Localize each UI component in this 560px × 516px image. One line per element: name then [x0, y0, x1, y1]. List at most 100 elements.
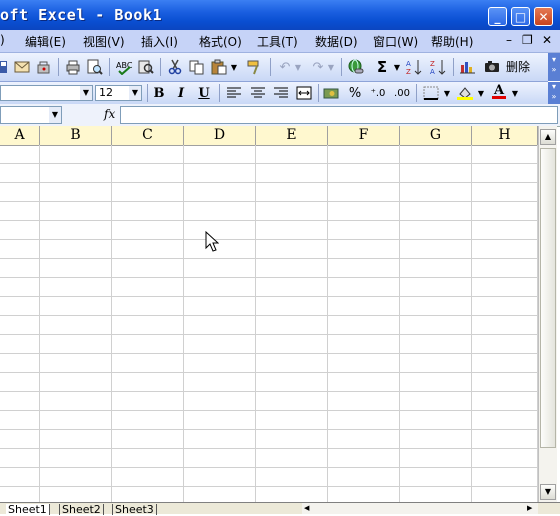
font-color-swatch	[492, 96, 506, 99]
column-header-b[interactable]: B	[40, 126, 112, 145]
borders-icon[interactable]	[422, 85, 440, 101]
column-header-d[interactable]: D	[184, 126, 256, 145]
column-header-g[interactable]: G	[400, 126, 472, 145]
font-name-combo[interactable]: ▼	[0, 85, 93, 101]
cell-grid[interactable]	[0, 145, 538, 502]
italic-button[interactable]: I	[173, 85, 189, 101]
underline-button[interactable]: U	[196, 85, 212, 101]
format-painter-icon[interactable]	[246, 59, 264, 75]
hyperlink-icon[interactable]	[347, 59, 365, 75]
column-header-f[interactable]: F	[328, 126, 400, 145]
insert-function-button[interactable]: fx	[104, 107, 115, 121]
name-box-dropdown-icon[interactable]: ▼	[49, 107, 61, 123]
undo-dropdown-icon[interactable]: ▼	[293, 59, 303, 75]
merge-center-icon[interactable]	[295, 85, 313, 101]
save-icon[interactable]	[0, 59, 8, 75]
maximize-window-button[interactable]: □	[511, 7, 530, 26]
sort-ascending-icon[interactable]: AZ	[406, 59, 424, 75]
increase-decimal-button[interactable]: ⁺.0	[368, 85, 388, 101]
paste-dropdown-icon[interactable]: ▼	[229, 59, 239, 75]
currency-icon[interactable]	[323, 85, 341, 101]
menu-window[interactable]: 窗口(W)	[373, 33, 418, 50]
formula-bar: ▼ fx	[0, 104, 560, 127]
menu-help[interactable]: 帮助(H)	[431, 33, 473, 50]
sort-descending-icon[interactable]: ZA	[430, 59, 448, 75]
fill-color-icon[interactable]	[456, 85, 474, 101]
sheet-tab-sheet1[interactable]: Sheet1	[6, 504, 50, 516]
name-box[interactable]: ▼	[0, 106, 62, 124]
font-color-button[interactable]: A	[490, 84, 508, 100]
research-icon[interactable]	[137, 59, 155, 75]
vertical-scrollbar[interactable]: ▲ ▼	[538, 126, 557, 502]
font-size-combo[interactable]: 12 ▼	[95, 85, 142, 101]
scroll-down-button[interactable]: ▼	[540, 484, 556, 500]
scroll-left-button[interactable]: ◀	[304, 503, 309, 514]
doc-restore-button[interactable]: ❐	[522, 33, 533, 47]
delete-button[interactable]: 删除	[506, 58, 530, 75]
align-left-icon[interactable]	[225, 85, 243, 101]
redo-icon[interactable]: ↷	[309, 59, 327, 75]
svg-text:Z: Z	[406, 68, 411, 75]
autosum-icon[interactable]: Σ	[373, 58, 391, 76]
fill-color-dropdown-icon[interactable]: ▼	[476, 85, 486, 101]
print-preview-icon[interactable]	[86, 59, 104, 75]
sheet-tab-sheet2[interactable]: Sheet2	[59, 504, 104, 516]
svg-text:Z: Z	[430, 60, 435, 68]
column-header-a[interactable]: A	[0, 126, 40, 145]
format-toolbar-options-button[interactable]: ▾»	[548, 82, 560, 104]
percent-button[interactable]: %	[347, 85, 363, 101]
menu-data[interactable]: 数据(D)	[315, 33, 358, 50]
formatting-toolbar: ▼ 12 ▼ B I U % ⁺.0 .00 ▼ ▼ A ▼	[0, 82, 548, 105]
mouse-pointer-icon	[205, 230, 220, 256]
svg-text:A: A	[406, 60, 411, 68]
svg-text:A: A	[430, 68, 435, 75]
scroll-up-button[interactable]: ▲	[540, 129, 556, 145]
menu-file-fragment[interactable]: )	[0, 33, 5, 47]
menu-edit[interactable]: 编辑(E)	[25, 33, 66, 50]
menu-view[interactable]: 视图(V)	[83, 33, 125, 50]
close-window-button[interactable]: ✕	[534, 7, 553, 26]
formula-input[interactable]	[120, 106, 558, 124]
redo-dropdown-icon[interactable]: ▼	[326, 59, 336, 75]
title-bar[interactable]: oft Excel - Book1 _ □ ✕	[0, 0, 560, 30]
doc-close-button[interactable]: ✕	[542, 33, 552, 47]
font-color-dropdown-icon[interactable]: ▼	[510, 85, 520, 101]
autosum-dropdown-icon[interactable]: ▼	[392, 59, 402, 75]
copy-icon[interactable]	[188, 59, 206, 75]
menu-format[interactable]: 格式(O)	[199, 33, 242, 50]
menu-insert[interactable]: 插入(I)	[141, 33, 178, 50]
bold-button[interactable]: B	[151, 85, 167, 101]
column-header-e[interactable]: E	[256, 126, 328, 145]
horizontal-scrollbar[interactable]: ◀ ▶	[302, 502, 538, 514]
font-color-letter: A	[493, 83, 505, 98]
svg-text:ABC: ABC	[116, 61, 133, 70]
sheet-tab-sheet3[interactable]: Sheet3	[112, 504, 157, 516]
font-name-dropdown-icon[interactable]: ▼	[80, 86, 92, 100]
font-size-value: 12	[99, 86, 113, 99]
align-center-icon[interactable]	[249, 85, 267, 101]
doc-minimize-button[interactable]: –	[506, 33, 512, 47]
column-header-c[interactable]: C	[112, 126, 184, 145]
font-size-dropdown-icon[interactable]: ▼	[129, 86, 141, 100]
standard-toolbar: ABC ▼ ↶ ▼ ↷ ▼ Σ ▼ AZ ZA 删除	[0, 53, 548, 82]
camera-icon[interactable]	[483, 59, 501, 75]
undo-icon[interactable]: ↶	[276, 59, 294, 75]
borders-dropdown-icon[interactable]: ▼	[442, 85, 452, 101]
window-title: oft Excel - Book1	[0, 6, 163, 24]
vertical-scroll-thumb[interactable]	[540, 148, 556, 448]
email-icon[interactable]	[13, 59, 31, 75]
column-header-h[interactable]: H	[472, 126, 538, 145]
spellcheck-icon[interactable]: ABC	[115, 59, 133, 75]
chart-wizard-icon[interactable]	[459, 59, 477, 75]
align-right-icon[interactable]	[272, 85, 290, 101]
decrease-decimal-button[interactable]: .00	[392, 85, 412, 101]
menu-bar: ) 编辑(E) 视图(V) 插入(I) 格式(O) 工具(T) 数据(D) 窗口…	[0, 30, 560, 53]
cut-icon[interactable]	[166, 59, 184, 75]
toolbar-options-button[interactable]: ▾»	[548, 53, 560, 81]
menu-tools[interactable]: 工具(T)	[257, 33, 298, 50]
minimize-window-button[interactable]: _	[488, 7, 507, 26]
print-icon[interactable]	[64, 59, 82, 75]
scroll-right-button[interactable]: ▶	[527, 503, 532, 514]
permission-icon[interactable]	[35, 59, 53, 75]
paste-icon[interactable]	[210, 59, 228, 75]
